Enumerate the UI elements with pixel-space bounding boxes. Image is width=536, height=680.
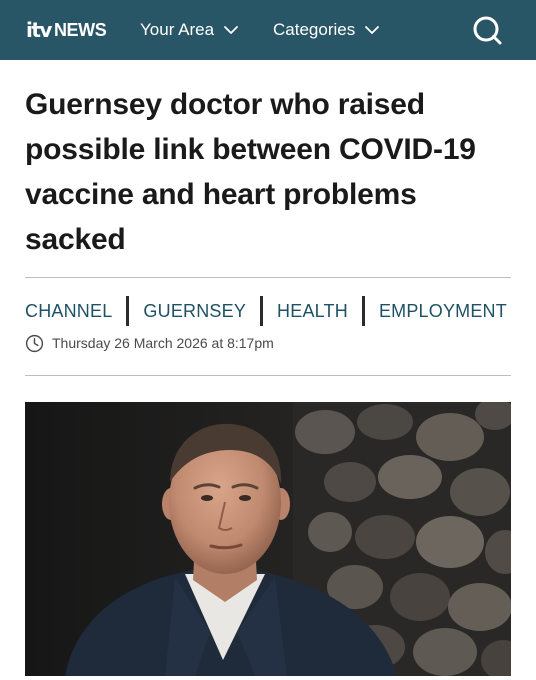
tag-separator xyxy=(361,296,365,326)
search-icon[interactable] xyxy=(471,14,503,46)
tag-guernsey[interactable]: GUERNSEY xyxy=(143,296,246,326)
tag-separator xyxy=(260,296,264,326)
chevron-down-icon xyxy=(365,26,380,34)
article-tags: CHANNEL GUERNSEY HEALTH EMPLOYMENT xyxy=(25,296,507,326)
tag-channel[interactable]: CHANNEL xyxy=(25,296,112,326)
divider xyxy=(25,277,511,278)
logo-mark: itv xyxy=(26,18,52,42)
tag-health[interactable]: HEALTH xyxy=(277,296,348,326)
divider xyxy=(25,375,511,376)
itv-news-logo[interactable]: itv NEWS xyxy=(26,17,107,43)
clock-icon xyxy=(25,334,44,352)
hero-photo-illustration xyxy=(25,402,511,676)
nav-your-area[interactable]: Your Area xyxy=(140,17,239,43)
nav-your-area-label: Your Area xyxy=(140,20,215,39)
top-nav-bar: itv NEWS Your Area Categories xyxy=(0,0,536,60)
chevron-down-icon xyxy=(224,26,238,34)
hero-image xyxy=(25,402,511,676)
tag-employment[interactable]: EMPLOYMENT xyxy=(379,296,507,326)
article-headline: Guernsey doctor who raised possible link… xyxy=(25,88,476,256)
nav-categories-label: Categories xyxy=(273,20,356,39)
tag-separator xyxy=(126,296,130,326)
nav-categories[interactable]: Categories xyxy=(273,17,380,43)
logo-word: NEWS xyxy=(53,20,107,40)
publish-date-text: Thursday 26 March 2026 at 8:17pm xyxy=(52,335,274,351)
publish-date: Thursday 26 March 2026 at 8:17pm xyxy=(25,333,274,353)
